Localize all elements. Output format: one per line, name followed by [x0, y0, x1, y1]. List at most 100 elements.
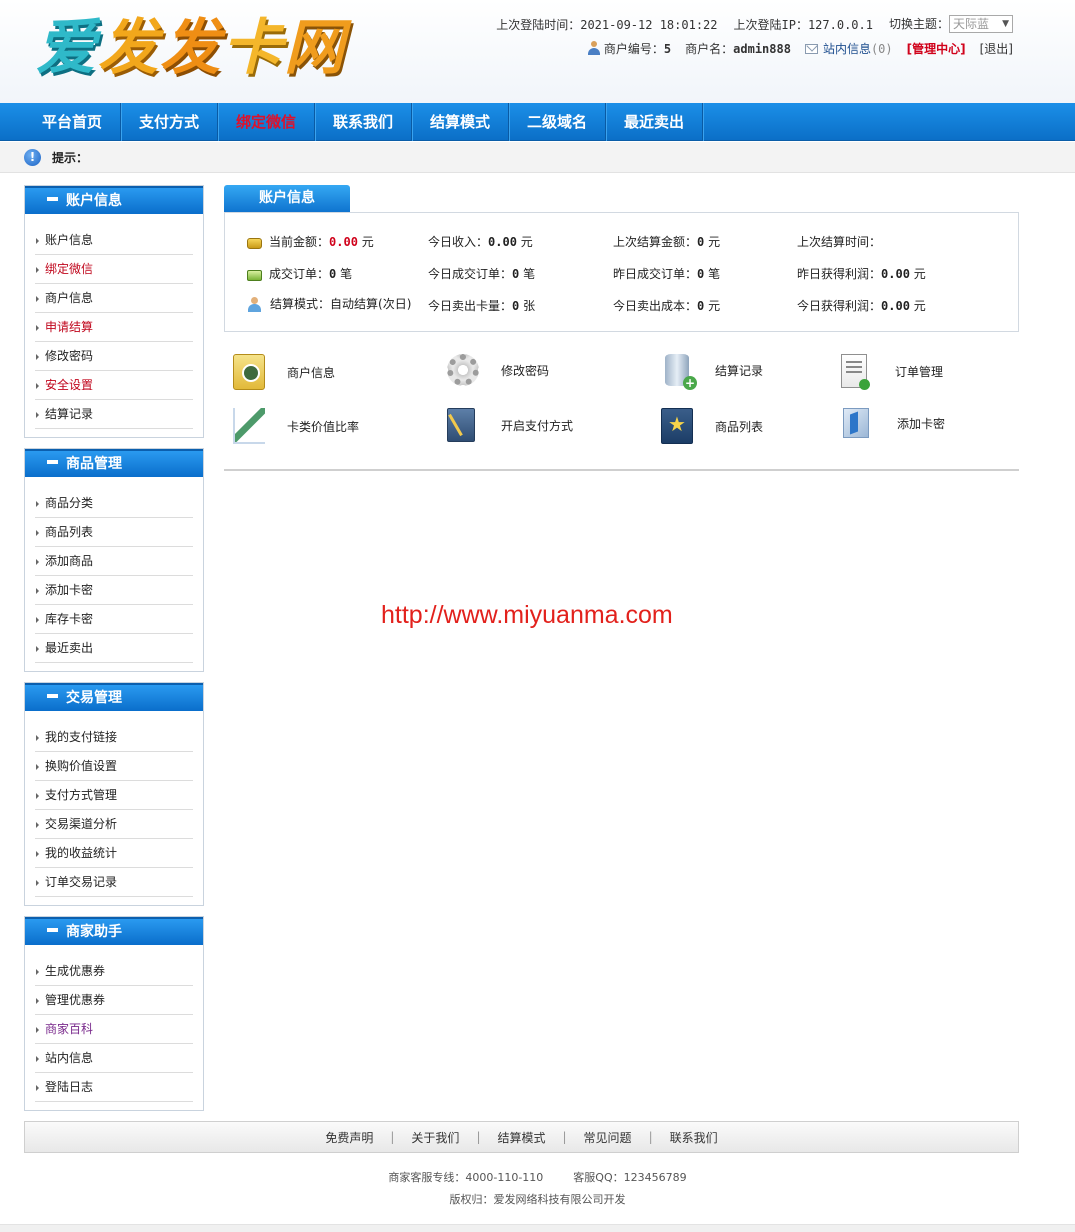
- sidebar-item-bind-wechat[interactable]: 绑定微信: [35, 255, 193, 284]
- gear-icon: [447, 354, 479, 386]
- sidebar-section-title-text: 交易管理: [66, 690, 122, 706]
- sidebar-item-goods-category[interactable]: 商品分类: [35, 489, 193, 518]
- last-login-ip-label: 上次登陆IP：: [733, 17, 808, 32]
- admin-center-link[interactable]: [管理中心]: [907, 40, 966, 57]
- shortcut-change-password[interactable]: 修改密码: [447, 354, 549, 386]
- stat-label: 今日卖出成本：: [613, 299, 698, 313]
- stat-value: 0: [512, 267, 520, 281]
- hotline-value: 4000-110-110: [465, 1171, 544, 1184]
- shortcut-order-manage[interactable]: 订单管理: [841, 354, 943, 390]
- sidebar-section-title[interactable]: 商家助手: [25, 917, 203, 945]
- sidebar-item-change-password[interactable]: 修改密码: [35, 342, 193, 371]
- sidebar-item-payment-manage[interactable]: 支付方式管理: [35, 781, 193, 810]
- nav-item-settlement[interactable]: 结算模式: [412, 103, 509, 141]
- shortcut-goods-list[interactable]: 商品列表: [661, 408, 763, 444]
- sidebar-item-login-log[interactable]: 登陆日志: [35, 1073, 193, 1102]
- sidebar-item-income-stats[interactable]: 我的收益统计: [35, 839, 193, 868]
- shortcut-label: 结算记录: [715, 363, 764, 378]
- stat-label: 昨日获得利润：: [797, 267, 882, 281]
- sidebar-section-title[interactable]: 交易管理: [25, 683, 203, 711]
- stat-value: 0: [697, 267, 705, 281]
- messages-link[interactable]: 站内信息(0): [804, 40, 893, 57]
- sidebar-item-account-info[interactable]: 账户信息: [35, 226, 193, 255]
- sidebar-list: 我的支付链接 换购价值设置 支付方式管理 交易渠道分析 我的收益统计 订单交易记…: [25, 711, 203, 897]
- nav-item-payment[interactable]: 支付方式: [121, 103, 218, 141]
- stat-last-settle-amount: 上次结算金额：0 元: [613, 233, 720, 250]
- sidebar-item-stock-cards[interactable]: 库存卡密: [35, 605, 193, 634]
- logo-char: 爱: [36, 13, 98, 83]
- sidebar-item-channel-analysis[interactable]: 交易渠道分析: [35, 810, 193, 839]
- cube-icon: [843, 408, 869, 438]
- nav-item-home[interactable]: 平台首页: [24, 103, 121, 141]
- order-icon: [247, 270, 262, 281]
- site-logo[interactable]: 爱发发卡网: [36, 4, 346, 92]
- login-info-bar: 上次登陆时间：2021-09-12 18:01:22 上次登陆IP：127.0.…: [496, 15, 1013, 33]
- shortcut-merchant-info[interactable]: 商户信息: [233, 354, 335, 390]
- info-icon: !: [24, 149, 41, 166]
- sidebar-item-pay-links[interactable]: 我的支付链接: [35, 723, 193, 752]
- footer-link-contact[interactable]: 联系我们: [670, 1129, 718, 1146]
- stat-today-orders: 今日成交订单：0 笔: [428, 265, 535, 282]
- sidebar-section-assistant: 商家助手 生成优惠券 管理优惠券 商家百科 站内信息 登陆日志: [24, 916, 204, 1111]
- minus-icon: [47, 460, 58, 464]
- chevron-down-icon: ▼: [1002, 19, 1009, 29]
- nav-item-recent-sold[interactable]: 最近卖出: [606, 103, 703, 141]
- stat-last-settle-time: 上次结算时间：: [797, 233, 881, 250]
- footer-link-settlement[interactable]: 结算模式: [497, 1129, 545, 1146]
- stat-unit: 元: [708, 235, 721, 249]
- footer-link-faq[interactable]: 常见问题: [584, 1129, 632, 1146]
- sidebar-section-title[interactable]: 商品管理: [25, 449, 203, 477]
- sidebar-item-order-records[interactable]: 订单交易记录: [35, 868, 193, 897]
- user-icon: [587, 41, 600, 55]
- sidebar-item-exchange-value[interactable]: 换购价值设置: [35, 752, 193, 781]
- footer-link-about[interactable]: 关于我们: [411, 1129, 459, 1146]
- theme-label: 切换主题：: [888, 17, 949, 31]
- user-info-bar: 商户编号：5 商户名：admin888 站内信息(0) [管理中心] [退出]: [587, 40, 1013, 57]
- sidebar-item-settlement-records[interactable]: 结算记录: [35, 400, 193, 429]
- sidebar-list: 商品分类 商品列表 添加商品 添加卡密 库存卡密 最近卖出: [25, 477, 203, 663]
- sidebar-item-manage-coupon[interactable]: 管理优惠券: [35, 986, 193, 1015]
- stat-label: 今日卖出卡量：: [428, 299, 513, 313]
- stat-label: 成交订单：: [269, 267, 330, 281]
- last-login-ip-value: 127.0.0.1: [807, 17, 873, 32]
- shortcut-label: 商品列表: [715, 419, 764, 434]
- stat-label: 上次结算金额：: [613, 235, 698, 249]
- sidebar-item-security[interactable]: 安全设置: [35, 371, 193, 400]
- database-add-icon: [665, 354, 697, 390]
- shortcut-label: 开启支付方式: [501, 418, 574, 433]
- footer-link-disclaimer[interactable]: 免费声明: [325, 1129, 373, 1146]
- footer-separator: |: [648, 1130, 653, 1144]
- last-login-ip: 上次登陆IP：127.0.0.1: [734, 16, 873, 33]
- sidebar-item-add-cards[interactable]: 添加卡密: [35, 576, 193, 605]
- shortcut-enable-payment[interactable]: 开启支付方式: [447, 408, 573, 442]
- stat-value: 0: [697, 299, 705, 313]
- header: 爱发发卡网 上次登陆时间：2021-09-12 18:01:22 上次登陆IP：…: [0, 0, 1075, 103]
- stat-value: 自动结算(次日): [330, 297, 412, 311]
- sidebar-item-apply-settlement[interactable]: 申请结算: [35, 313, 193, 342]
- sidebar-item-create-coupon[interactable]: 生成优惠券: [35, 957, 193, 986]
- logout-link[interactable]: [退出]: [980, 40, 1013, 57]
- stat-value: 0: [512, 299, 520, 313]
- stat-today-income: 今日收入：0.00 元: [428, 233, 533, 250]
- theme-select[interactable]: 天际蓝 ▼: [949, 15, 1013, 33]
- sidebar-item-add-goods[interactable]: 添加商品: [35, 547, 193, 576]
- sidebar-item-recent-sold[interactable]: 最近卖出: [35, 634, 193, 663]
- sidebar-item-merchant-wiki[interactable]: 商家百科: [35, 1015, 193, 1044]
- sidebar-item-site-messages[interactable]: 站内信息: [35, 1044, 193, 1073]
- stat-value: 0.00: [881, 267, 910, 281]
- shortcut-add-cards[interactable]: 添加卡密: [841, 408, 945, 438]
- account-info-tab[interactable]: 账户信息: [224, 185, 350, 212]
- sidebar-section-title[interactable]: 账户信息: [25, 186, 203, 214]
- merchant-name-value: admin888: [733, 42, 791, 56]
- nav-item-subdomain[interactable]: 二级域名: [509, 103, 606, 141]
- nav-item-bind-wechat[interactable]: 绑定微信: [218, 103, 315, 141]
- shortcut-card-ratio[interactable]: 卡类价值比率: [233, 408, 359, 444]
- stat-unit: 元: [520, 235, 533, 249]
- nav-item-contact[interactable]: 联系我们: [315, 103, 412, 141]
- merchant-name-label: 商户名：: [685, 42, 734, 56]
- messages-count: (0): [870, 42, 893, 56]
- stat-label: 昨日成交订单：: [613, 267, 698, 281]
- shortcut-settlement-records[interactable]: 结算记录: [661, 354, 764, 390]
- sidebar-item-goods-list[interactable]: 商品列表: [35, 518, 193, 547]
- sidebar-item-merchant-info[interactable]: 商户信息: [35, 284, 193, 313]
